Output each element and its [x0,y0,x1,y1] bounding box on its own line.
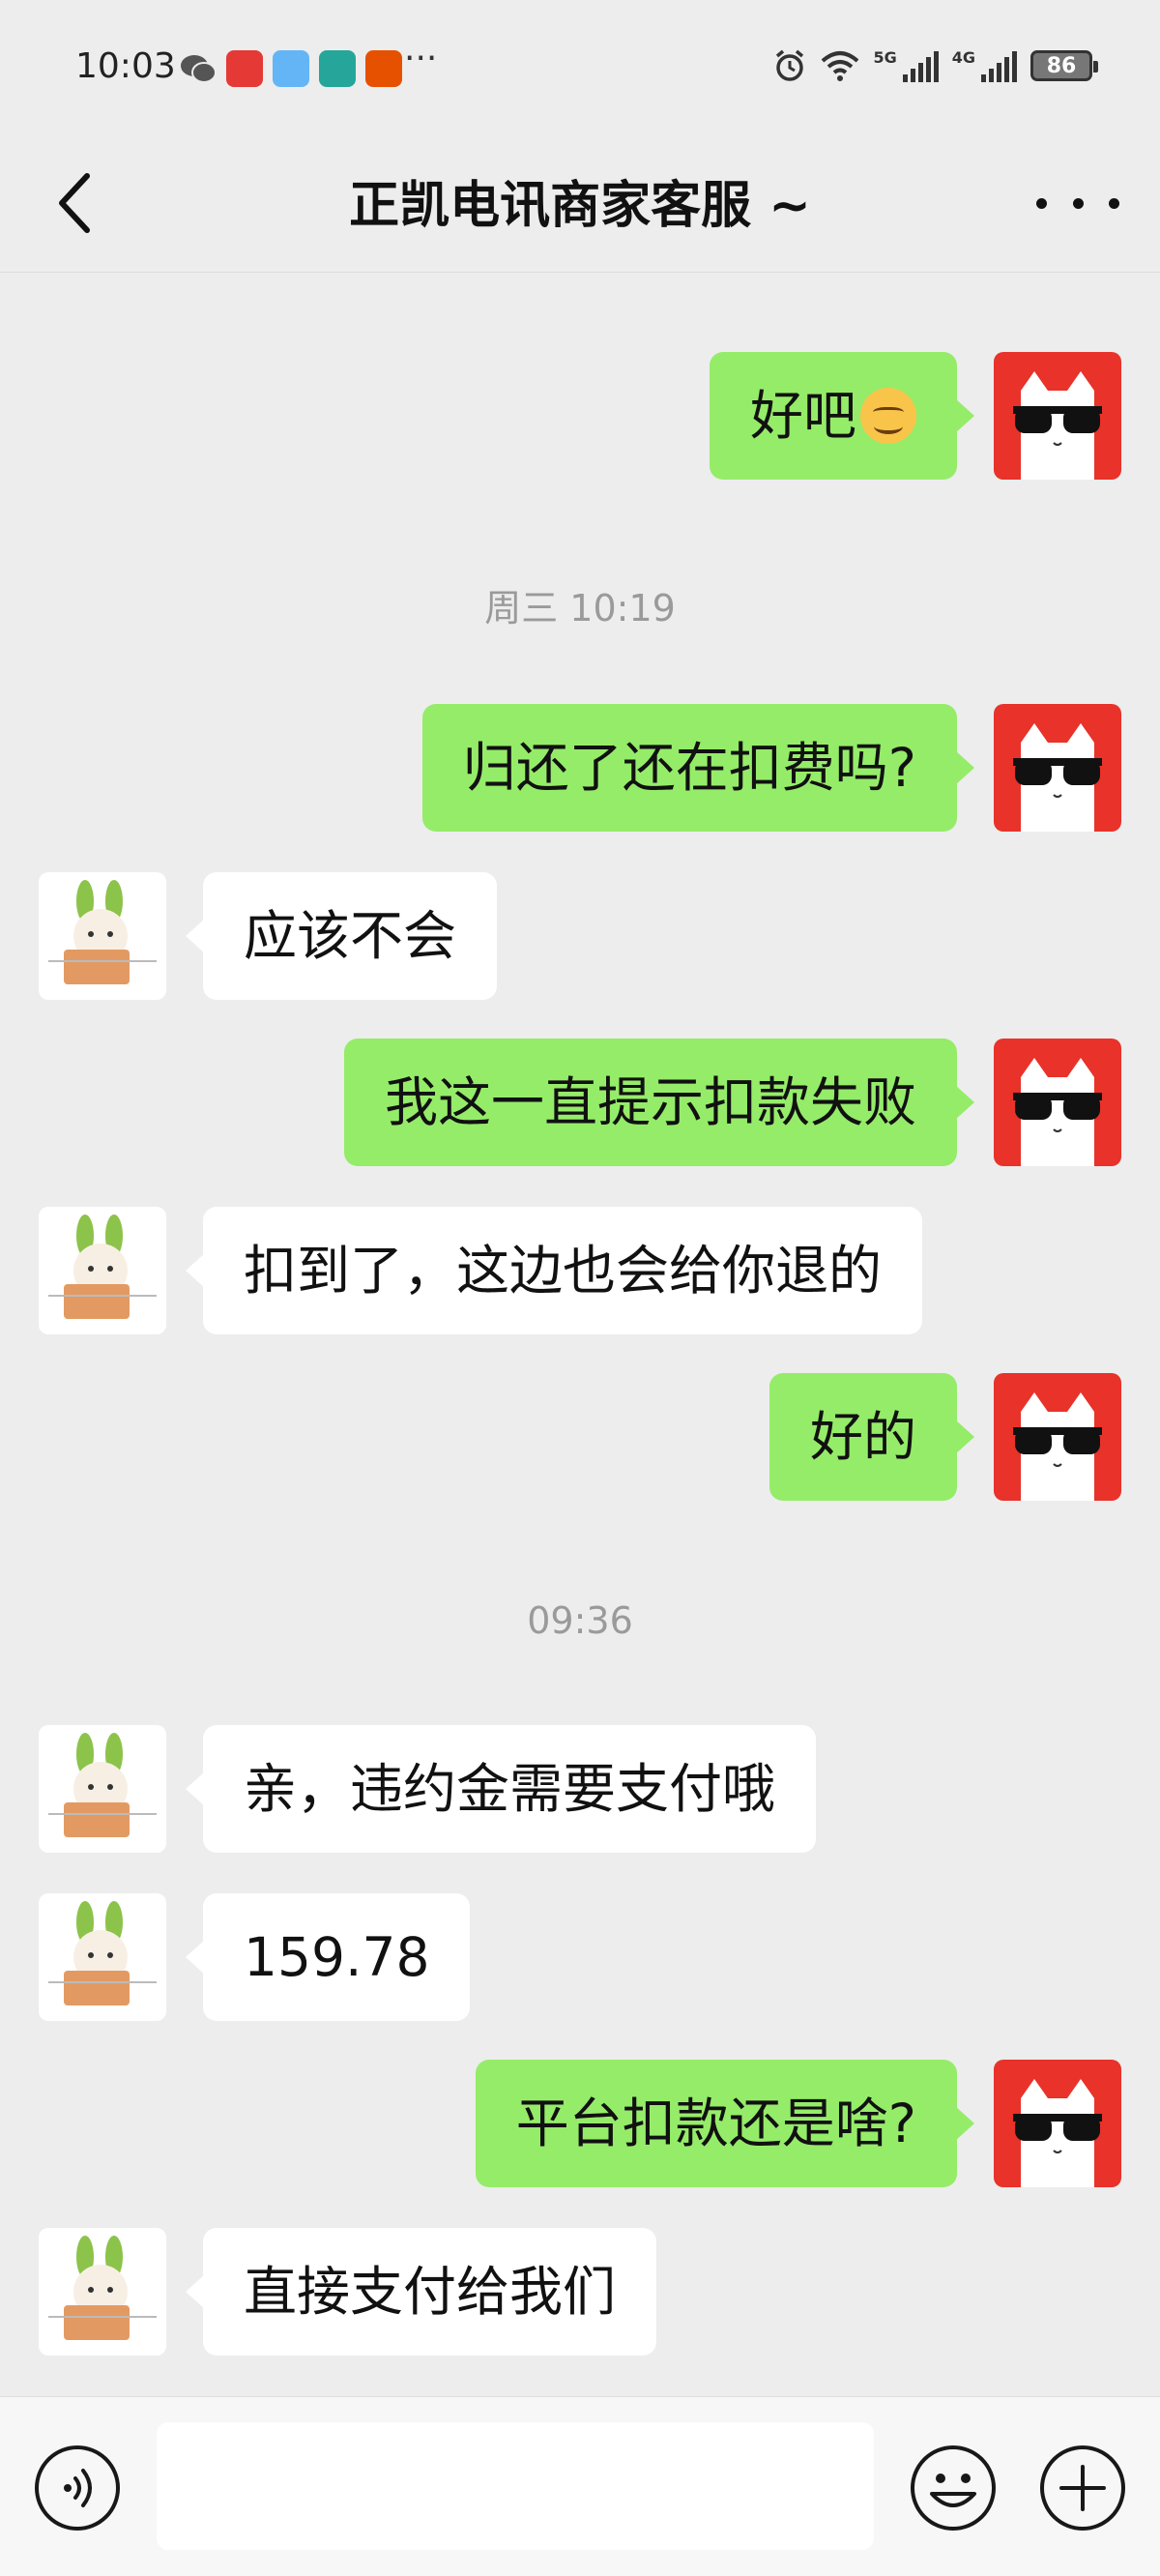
voice-icon [35,2445,120,2531]
message-text: 我这一直提示扣款失败 [384,1071,916,1133]
my-avatar[interactable] [994,2060,1121,2187]
app-notification-icon [226,50,263,87]
app-notification-icon-3 [365,50,402,87]
message-text: 直接支付给我们 [244,2261,617,2323]
message-text: 亲，违约金需要支付哦 [244,1758,776,1820]
message-text: 好的 [809,1406,916,1468]
message-bubble[interactable]: 应该不会 [185,872,498,1000]
message-text: 好吧 [749,385,856,447]
network-type-2: 4G [951,48,975,67]
app-notification-icon-2 [319,50,356,87]
message-bubble[interactable]: 159.78 [185,1893,471,2021]
message-bubble[interactable]: 归还了还在扣费吗? [421,704,975,832]
message-text: 扣到了，这边也会给你退的 [244,1240,883,1302]
signal-icon-1 [902,49,939,82]
message-text: 应该不会 [244,905,457,967]
wifi-icon [822,51,859,81]
message-timestamp: 周三 10:19 [484,587,676,629]
status-indicators: 5G 4G 86 [772,48,1098,83]
more-button[interactable] [1036,174,1119,232]
merchant-avatar[interactable] [39,2228,166,2356]
input-bar [0,2396,1160,2576]
status-bar: 10:03 ··· 5G 4G 86 [0,0,1160,135]
message-input[interactable] [157,2422,874,2550]
voice-button[interactable] [33,2444,122,2532]
message-bubble[interactable]: 我这一直提示扣款失败 [343,1039,975,1166]
merchant-avatar[interactable] [39,872,166,1000]
my-avatar[interactable] [994,1373,1121,1501]
message-bubble[interactable]: 好的 [768,1373,975,1501]
signal-icon-2 [981,49,1017,82]
my-avatar[interactable] [994,704,1121,832]
weather-icon [273,50,309,87]
chat-messages[interactable]: 好吧 周三 10:19 归还了还在扣费吗? 应该不会 我这一直提示扣款失败 扣到… [0,273,1160,2396]
message-timestamp: 09:36 [527,1599,633,1642]
network-type-1: 5G [873,48,897,67]
message-bubble[interactable]: 平台扣款还是啥? [475,2060,975,2187]
plus-icon [1040,2445,1125,2531]
smile-emoji-icon [860,387,916,444]
my-avatar[interactable] [994,352,1121,480]
more-icon [1036,197,1047,209]
message-bubble[interactable]: 好吧 [709,352,975,480]
status-app-icons [180,50,402,87]
message-text: 归还了还在扣费吗? [462,737,916,799]
wechat-icon [181,55,217,83]
message-bubble[interactable]: 亲，违约金需要支付哦 [185,1725,817,1853]
plus-button[interactable] [1038,2444,1127,2532]
merchant-avatar[interactable] [39,1725,166,1853]
status-more-icon: ··· [404,39,438,78]
message-text: 159.78 [244,1926,430,1988]
chat-title: 正凯电讯商家客服 ~ [349,177,811,235]
emoji-button[interactable] [909,2444,998,2532]
chat-header: 正凯电讯商家客服 ~ [0,135,1160,273]
message-bubble[interactable]: 扣到了，这边也会给你退的 [185,1207,923,1334]
alarm-icon [776,49,804,81]
emoji-icon [911,2445,996,2531]
battery-icon: 86 [1030,50,1098,81]
merchant-avatar[interactable] [39,1893,166,2021]
my-avatar[interactable] [994,1039,1121,1166]
status-time: 10:03 [75,46,176,86]
merchant-avatar[interactable] [39,1207,166,1334]
message-bubble[interactable]: 直接支付给我们 [185,2228,657,2356]
message-text: 平台扣款还是啥? [515,2093,916,2154]
